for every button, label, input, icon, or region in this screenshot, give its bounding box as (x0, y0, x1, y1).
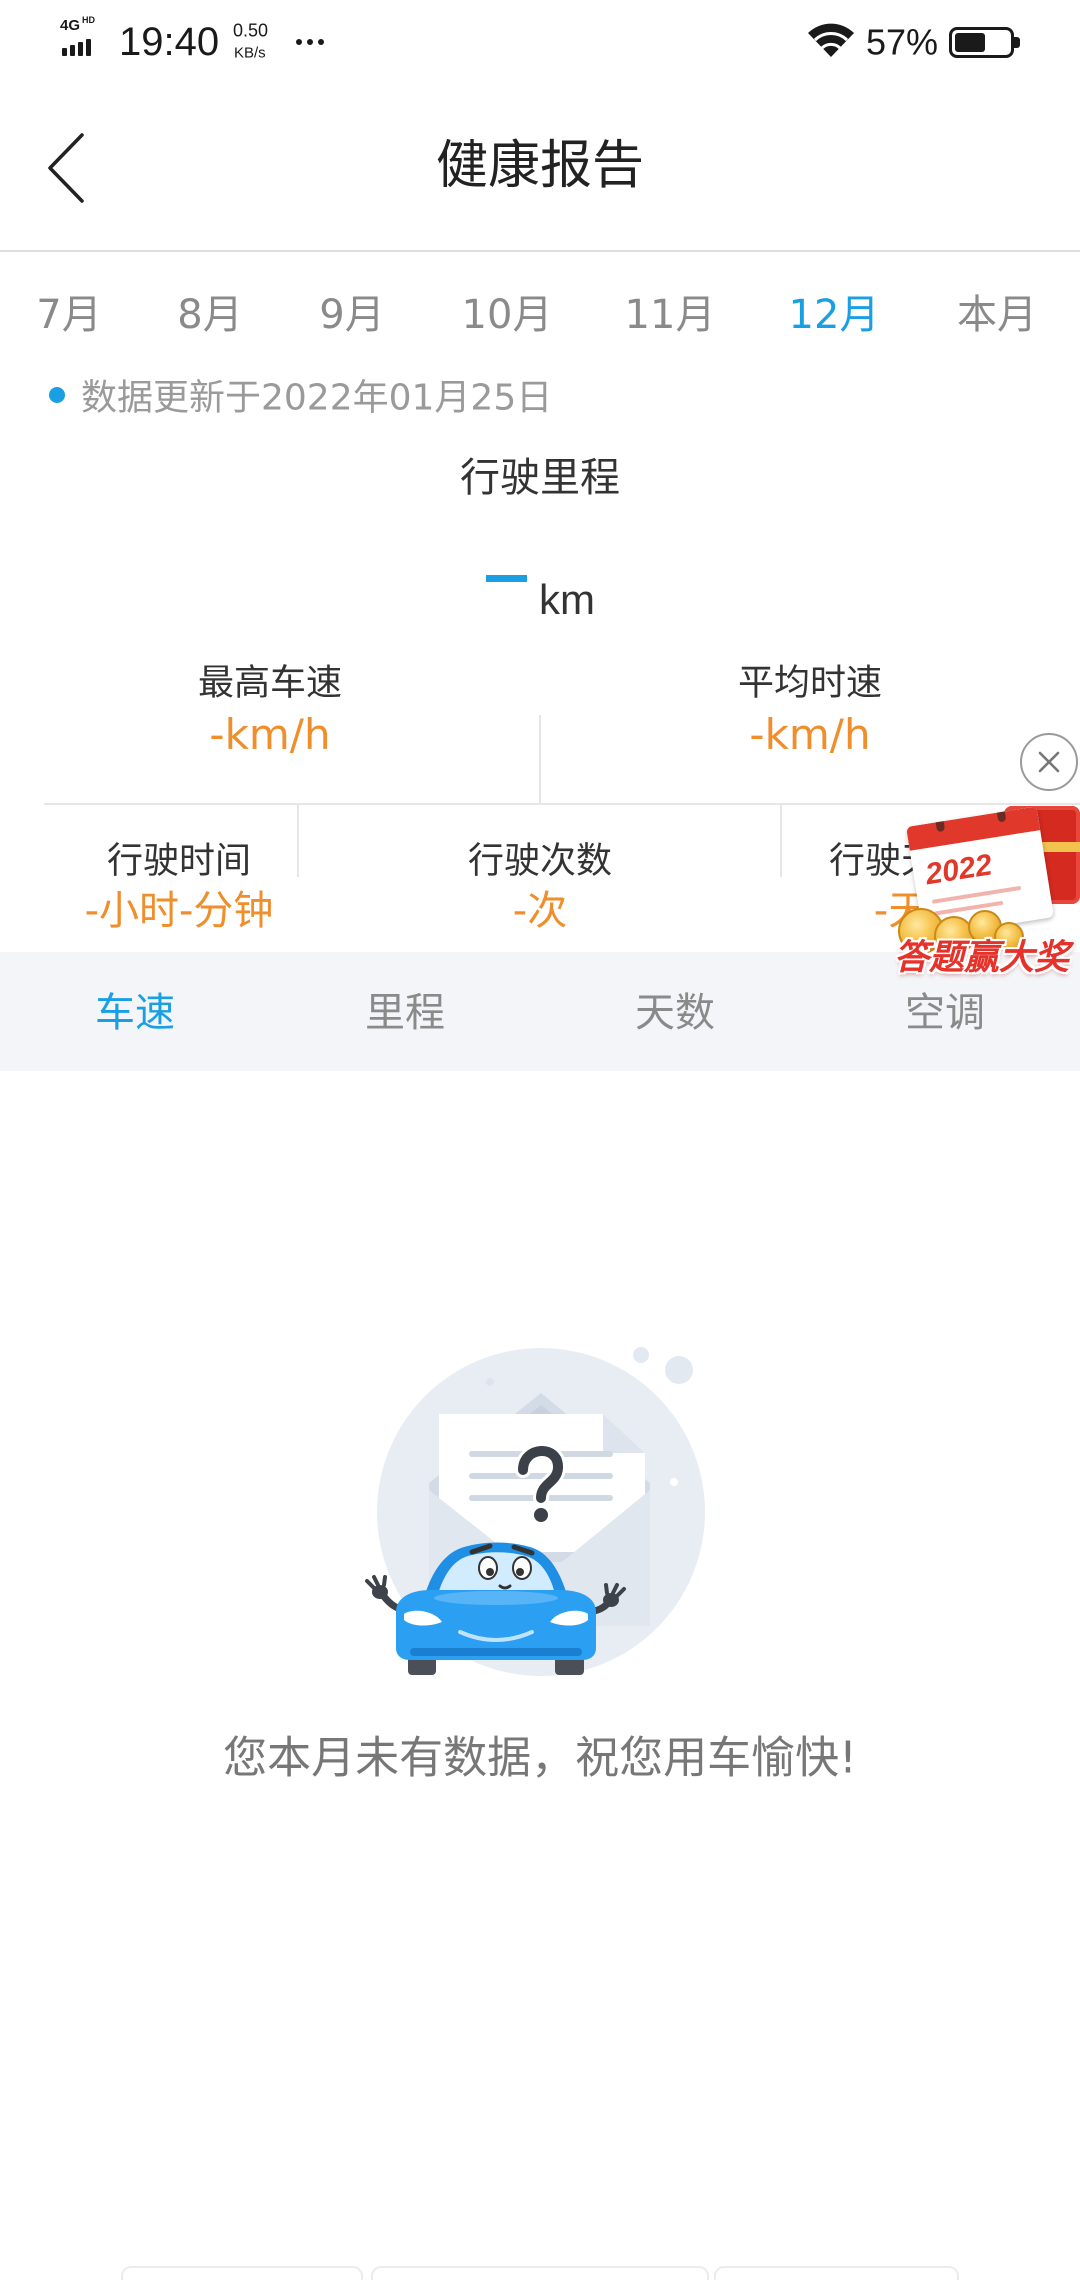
month-tab-10[interactable]: 10月 (462, 292, 553, 338)
tab-mileage[interactable]: 里程 (365, 990, 445, 1036)
month-tab-11[interactable]: 11月 (625, 292, 716, 338)
tab-speed[interactable]: 车速 (95, 990, 175, 1036)
status-time: 19:40 (119, 20, 220, 64)
stats-divider (780, 805, 782, 877)
stat-trip-count-label: 行驶次数 (467, 840, 613, 882)
promo-calendar-ring (935, 817, 946, 833)
month-tab-7[interactable]: 7月 (36, 292, 101, 338)
signal-bar (86, 39, 91, 56)
month-tab-9[interactable]: 9月 (319, 292, 384, 338)
tab-ac[interactable]: 空调 (905, 990, 985, 1036)
stat-avg-speed-label: 平均时速 (737, 662, 883, 704)
status-bar: 4G HD 19:40 0.50 KB/s 57% (0, 0, 1080, 87)
stat-trip-count-value: -次 (512, 888, 568, 934)
mileage-value-placeholder (486, 575, 527, 582)
mileage-unit: km (539, 575, 595, 623)
signal-bar (62, 48, 67, 56)
mileage-label: 行驶里程 (460, 455, 620, 501)
header-divider (0, 250, 1080, 252)
page-title: 健康报告 (435, 136, 645, 197)
signal-bar (70, 45, 75, 56)
bottom-card[interactable] (121, 2266, 363, 2280)
promo-close-button[interactable] (1020, 733, 1078, 791)
update-dot (49, 387, 65, 403)
battery-nub (1014, 37, 1020, 48)
stats-divider (297, 805, 299, 877)
month-tab-8[interactable]: 8月 (177, 292, 242, 338)
month-tab-current[interactable]: 本月 (957, 292, 1037, 338)
wifi-icon (806, 22, 856, 58)
battery-fill (955, 33, 986, 52)
battery-percent: 57% (866, 21, 939, 63)
month-tab-12[interactable]: 12月 (789, 292, 880, 338)
stat-max-speed-label: 最高车速 (197, 662, 343, 704)
back-arrow-icon (48, 133, 84, 203)
promo-calendar-header (906, 806, 1041, 851)
signal-bar (78, 42, 83, 56)
signal-icon: 4G HD (60, 15, 106, 56)
net-speed-value: 0.50 (233, 20, 269, 41)
promo-floating-banner[interactable]: 2022 答题赢大奖 (892, 798, 1080, 984)
empty-state-illustration (365, 1347, 705, 1676)
close-icon (1038, 751, 1060, 773)
update-note: 数据更新于2022年01月25日 (81, 377, 553, 419)
network-sub-type: HD (82, 15, 95, 25)
back-button[interactable] (40, 128, 96, 208)
stats-divider (539, 715, 541, 804)
bottom-card[interactable] (371, 2266, 709, 2280)
net-speed-unit: KB/s (234, 44, 266, 62)
tab-days[interactable]: 天数 (635, 990, 715, 1036)
bottom-card[interactable] (714, 2266, 959, 2280)
network-type: 4G (60, 17, 81, 34)
more-dots-icon (296, 39, 328, 45)
promo-calendar-year: 2022 (923, 848, 995, 892)
stat-avg-speed-value: -km/h (749, 709, 871, 759)
battery-icon (949, 27, 1014, 58)
promo-banner-text: 答题赢大奖 (894, 938, 1070, 978)
stat-max-speed-value: -km/h (209, 709, 331, 759)
empty-state-message: 您本月未有数据，祝您用车愉快! (223, 1732, 857, 1784)
stat-drive-time-value: -小时-分钟 (84, 888, 274, 934)
stat-drive-time-label: 行驶时间 (106, 840, 252, 882)
